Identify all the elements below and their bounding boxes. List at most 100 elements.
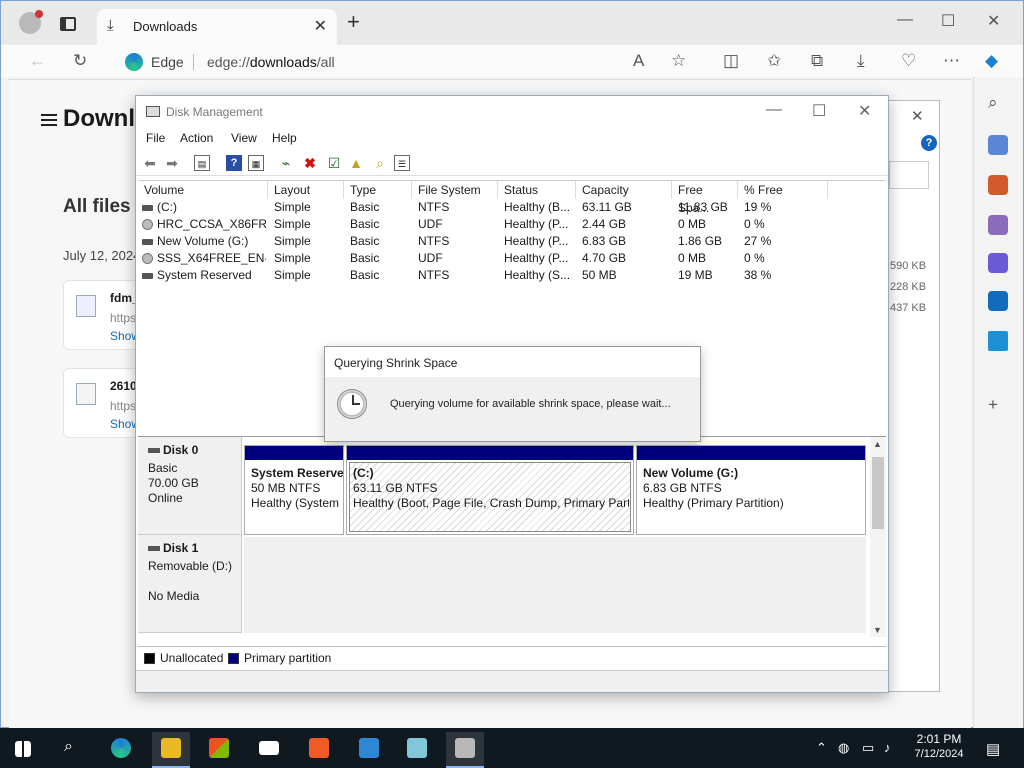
start-button[interactable] [4,732,42,768]
taskbar-file-explorer[interactable] [152,732,190,768]
address-bar[interactable]: Edge edge://downloads/all [111,48,711,76]
scroll-down-icon[interactable]: ▼ [873,625,882,635]
list-view-icon[interactable]: ☰ [394,155,410,171]
menu-icon[interactable] [41,114,57,126]
split-screen-icon[interactable]: ◫ [723,51,739,71]
close-window-button[interactable]: ✕ [987,11,1000,31]
scroll-up-icon[interactable]: ▲ [873,439,882,449]
tab-downloads[interactable]: ⤓ Downloads ✕ [97,9,337,45]
refresh-button[interactable]: ↻ [73,51,87,71]
send-icon[interactable] [988,331,1008,351]
profile-avatar[interactable] [19,10,43,34]
scroll-thumb[interactable] [872,457,884,529]
tools-icon[interactable] [988,175,1008,195]
more-menu-icon[interactable]: ⋯ [943,51,960,71]
disk-0-label[interactable]: Disk 0 Basic 70.00 GB Online [138,437,242,535]
close-button[interactable]: ✕ [858,101,871,121]
browser-essentials-icon[interactable]: ♡ [901,51,916,71]
read-aloud-icon[interactable]: A [633,51,644,71]
copilot-icon[interactable]: ◆ [985,51,998,71]
col-layout[interactable]: Layout [268,181,344,199]
minimize-button[interactable]: — [766,101,782,119]
maximize-button[interactable]: ☐ [812,101,826,121]
cell-text: 19 % [744,200,772,214]
taskbar-remote[interactable] [350,732,388,768]
col-type[interactable]: Type [344,181,412,199]
taskbar-time[interactable]: 2:01 PM [912,732,966,746]
volume-row[interactable]: HRC_CCSA_X86FR... Simple Basic UDF Healthy (… [138,216,828,233]
menu-action[interactable]: Action [180,131,213,145]
partition-g[interactable]: New Volume (G:) 6.83 GB NTFS Healthy (Pr… [636,445,866,535]
vertical-scrollbar[interactable]: ▲ ▼ [870,437,886,637]
menu-help[interactable]: Help [272,131,297,145]
col-percent-free[interactable]: % Free [738,181,828,199]
taskbar-store[interactable] [200,732,238,768]
edge-icon [111,738,131,758]
remote-app-icon [359,738,379,758]
minimize-button[interactable]: — [897,11,913,29]
add-sidebar-icon[interactable]: + [988,395,998,415]
show-hide-console-icon[interactable]: ▤ [194,155,210,171]
tab-actions-icon[interactable] [60,17,76,31]
cell-text: UDF [418,217,443,231]
partition-name: New Volume (G:) [643,466,739,480]
folder-up-icon[interactable]: ▲ [348,155,364,171]
download-icon: ⤓ [107,17,114,34]
partition-c[interactable]: (C:) 63.11 GB NTFS Healthy (Boot, Page F… [346,445,634,535]
collections-icon[interactable]: ⧉ [811,51,823,71]
favorite-star-icon[interactable]: ☆ [671,51,686,71]
help-icon[interactable]: ? [226,155,242,171]
games-icon[interactable] [988,215,1008,235]
taskbar-date[interactable]: 7/12/2024 [908,748,970,760]
downloads-icon[interactable]: ⤓ [857,51,865,71]
volume-row[interactable]: (C:) Simple Basic NTFS Healthy (B... 63.11 GB… [138,199,828,216]
forward-icon[interactable]: ➡ [164,155,180,171]
new-tab-button[interactable]: + [347,11,360,33]
disk-1-label[interactable]: Disk 1 Removable (D:) No Media [138,535,242,633]
check-icon[interactable]: ☑ [326,155,342,171]
search-button[interactable]: ⌕ [52,732,90,768]
col-file-system[interactable]: File System [412,181,498,199]
back-button[interactable]: ← [29,51,46,71]
search-folder-icon[interactable]: ⌕ [372,155,388,171]
close-icon[interactable]: ✕ [911,107,924,125]
taskbar-notepad[interactable] [398,732,436,768]
help-icon[interactable]: ? [921,135,937,151]
volume-row[interactable]: SSS_X64FREE_EN-... Simple Basic UDF Healthy … [138,250,828,267]
cell-text: Simple [274,234,311,248]
taskbar-edge[interactable] [102,732,140,768]
partition-system-reserved[interactable]: System Reserve 50 MB NTFS Healthy (Syste… [244,445,344,535]
shopping-icon[interactable] [988,135,1008,155]
network-icon[interactable]: ▭ [862,740,874,756]
volume-row[interactable]: New Volume (G:) Simple Basic NTFS Healthy (P… [138,233,828,250]
disk-drive-icon [142,204,153,211]
menu-view[interactable]: View [231,131,257,145]
outlook-icon[interactable] [988,291,1008,311]
volume-row[interactable]: System Reserved Simple Basic NTFS Healthy (S… [138,267,828,284]
title-bar: Disk Management — ☐ ✕ [136,96,888,128]
col-free-space[interactable]: Free Spa... [672,181,738,215]
col-status[interactable]: Status [498,181,576,199]
close-tab-icon[interactable]: ✕ [314,16,327,36]
taskbar-brave[interactable] [300,732,338,768]
show-hidden-icons[interactable]: ⌃ [816,740,827,756]
tray-app-icon[interactable]: ◍ [838,740,849,756]
partition-status: Healthy (Primary Partition) [643,496,784,510]
primary-partition-bar [347,446,633,460]
properties-icon[interactable]: ▦ [248,155,264,171]
taskbar-disk-management[interactable] [446,732,484,768]
search-icon[interactable]: ⌕ [988,93,998,113]
notifications-icon[interactable]: ▤ [986,740,1000,758]
col-volume[interactable]: Volume [138,181,268,199]
maximize-button[interactable]: ☐ [941,11,955,31]
delete-icon[interactable]: ✖ [302,155,318,171]
volume-muted-icon[interactable]: ♪ [884,740,891,755]
office-icon[interactable] [988,253,1008,273]
store-icon [209,738,229,758]
taskbar-mail[interactable] [250,732,288,768]
col-capacity[interactable]: Capacity [576,181,672,199]
favorites-icon[interactable]: ✩ [767,51,781,71]
back-icon[interactable]: ⬅ [142,155,158,171]
connect-icon[interactable]: ⌁ [278,155,294,171]
menu-file[interactable]: File [146,131,165,145]
